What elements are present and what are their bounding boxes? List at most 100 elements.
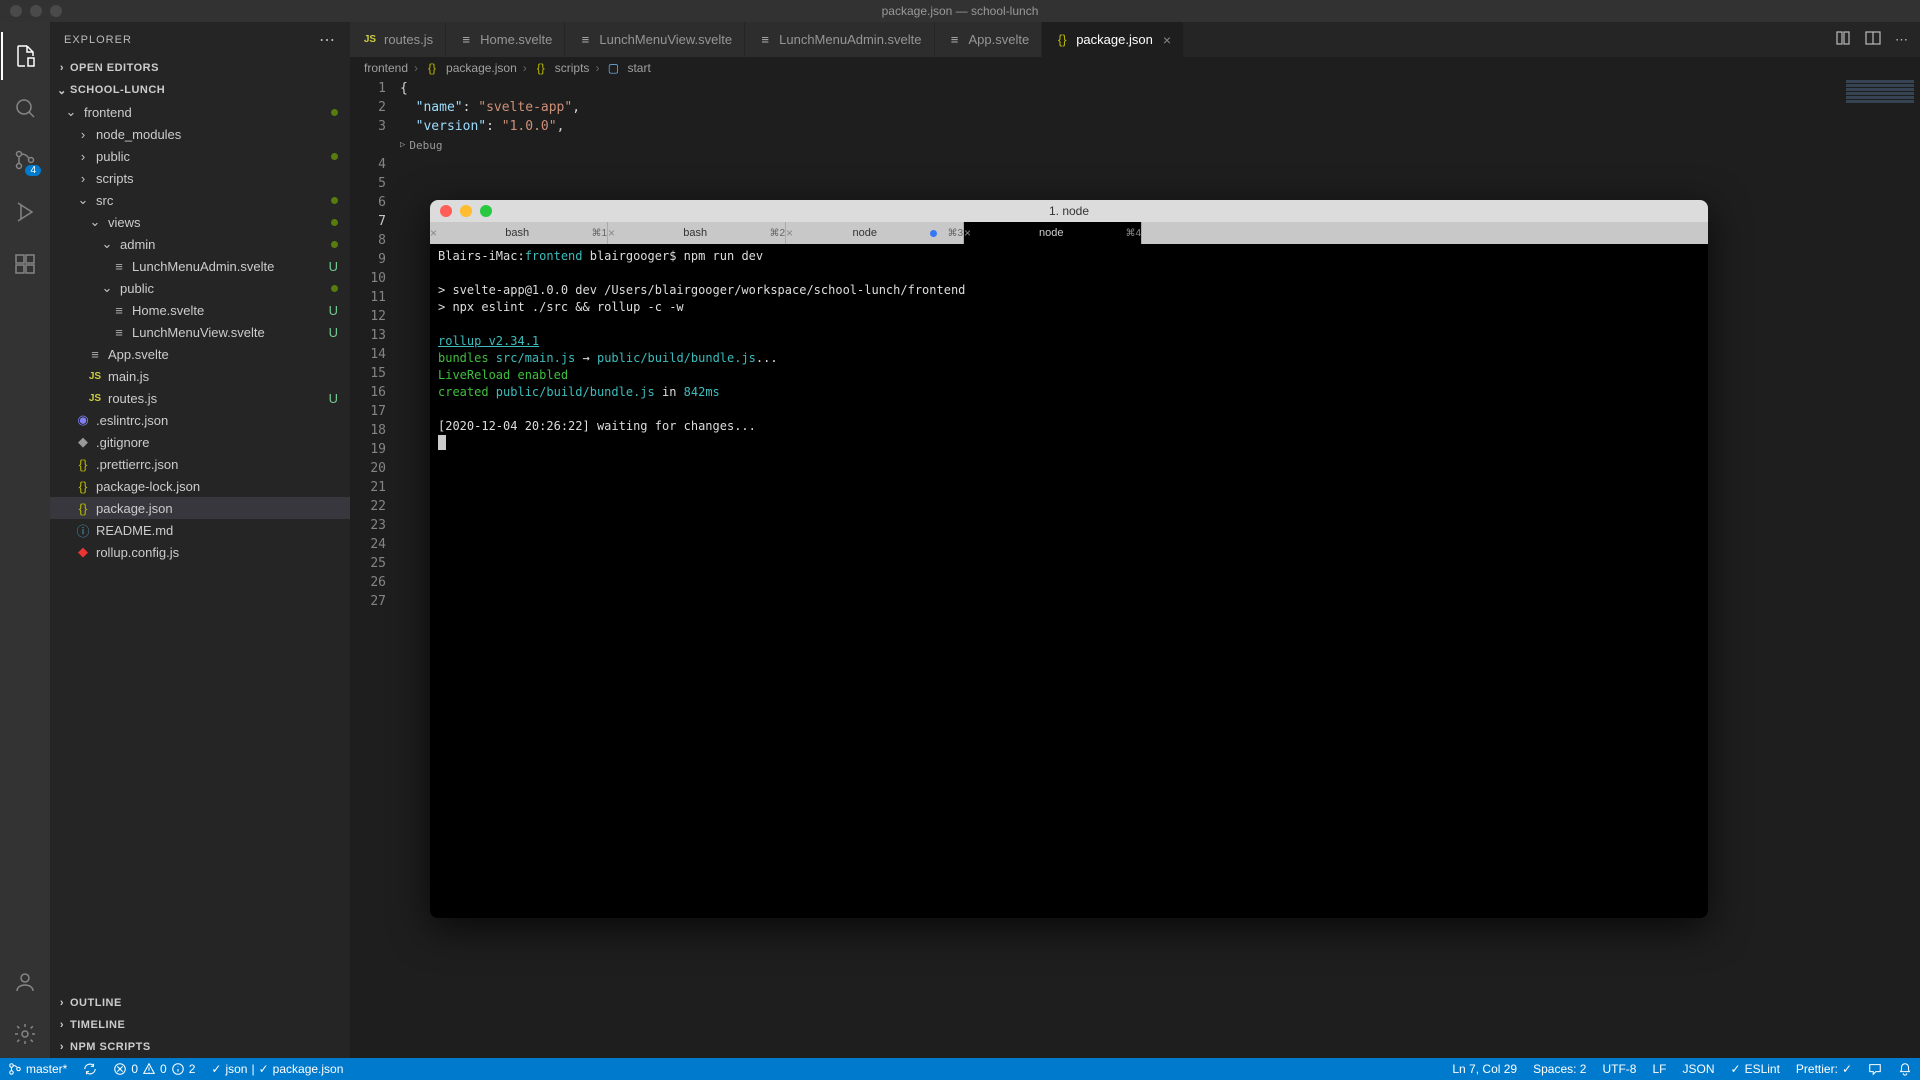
close-tab-icon[interactable]: ×	[964, 226, 971, 240]
editor-actions: ⋯	[1823, 22, 1920, 57]
editor-more-icon[interactable]: ⋯	[1895, 32, 1908, 48]
git-status-modified-icon	[331, 197, 338, 204]
compare-changes-icon[interactable]	[1835, 30, 1851, 49]
maximize-window-icon[interactable]	[50, 5, 62, 17]
status-eol[interactable]: LF	[1644, 1058, 1674, 1080]
status-prettier[interactable]: Prettier: ✓	[1788, 1058, 1860, 1080]
line-number: 1	[350, 79, 386, 98]
file-icon: {}	[74, 479, 92, 494]
minimap[interactable]	[1840, 79, 1920, 129]
minimize-icon[interactable]	[460, 205, 472, 217]
minimize-window-icon[interactable]	[30, 5, 42, 17]
terminal-tab-label: bash	[453, 227, 581, 239]
tab-lunchmenuadmin-svelte[interactable]: ≡LunchMenuAdmin.svelte	[745, 22, 934, 57]
tree-item-package-lock-json[interactable]: {}package-lock.json	[50, 475, 350, 497]
line-number: 16	[350, 383, 386, 402]
terminal-title-bar[interactable]: 1. node	[430, 200, 1708, 222]
sidebar-more-icon[interactable]: ⋯	[319, 30, 336, 50]
tree-item-admin[interactable]: ⌄admin	[50, 233, 350, 255]
status-language[interactable]: JSON	[1674, 1058, 1722, 1080]
section-workspace[interactable]: ⌄SCHOOL-LUNCH	[50, 79, 350, 101]
tab-lunchmenuview-svelte[interactable]: ≡LunchMenuView.svelte	[565, 22, 745, 57]
tree-item-rollup-config-js[interactable]: ◆rollup.config.js	[50, 541, 350, 563]
status-sync[interactable]	[75, 1058, 105, 1080]
breadcrumb-symbol[interactable]: scripts	[555, 61, 590, 75]
activity-scm[interactable]: 4	[1, 136, 49, 184]
close-window-icon[interactable]	[10, 5, 22, 17]
line-number: 24	[350, 535, 386, 554]
tree-item-views[interactable]: ⌄views	[50, 211, 350, 233]
terminal-body[interactable]: Blairs-iMac:frontend blairgooger$ npm ru…	[430, 244, 1708, 918]
activity-search[interactable]	[1, 84, 49, 132]
tab-app-svelte[interactable]: ≡App.svelte	[935, 22, 1043, 57]
terminal-tab-node[interactable]: ×node⌘3	[786, 222, 964, 244]
tree-item-package-json[interactable]: {}package.json	[50, 497, 350, 519]
tree-item-lunchmenuview-svelte[interactable]: ≡LunchMenuView.svelteU	[50, 321, 350, 343]
status-feedback[interactable]	[1860, 1058, 1890, 1080]
tree-label: README.md	[96, 523, 338, 538]
status-spaces[interactable]: Spaces: 2	[1525, 1058, 1594, 1080]
activity-extensions[interactable]	[1, 240, 49, 288]
section-outline[interactable]: ›OUTLINE	[50, 992, 350, 1014]
section-open-editors[interactable]: ›OPEN EDITORS	[50, 57, 350, 79]
close-tab-icon[interactable]: ×	[786, 226, 793, 240]
line-number: 7	[350, 212, 386, 231]
line-number: 8	[350, 231, 386, 250]
maximize-icon[interactable]	[480, 205, 492, 217]
tree-item-public[interactable]: ⌄public	[50, 277, 350, 299]
tree-item--gitignore[interactable]: ◆.gitignore	[50, 431, 350, 453]
section-timeline[interactable]: ›TIMELINE	[50, 1014, 350, 1036]
tree-item--prettierrc-json[interactable]: {}.prettierrc.json	[50, 453, 350, 475]
file-icon: ≡	[947, 32, 963, 47]
close-tab-icon[interactable]: ×	[608, 226, 615, 240]
terminal-tab-node[interactable]: ×node⌘4	[964, 222, 1142, 244]
breadcrumb-file[interactable]: package.json	[446, 61, 517, 75]
tree-item--eslintrc-json[interactable]: ◉.eslintrc.json	[50, 409, 350, 431]
tree-item-home-svelte[interactable]: ≡Home.svelteU	[50, 299, 350, 321]
section-npm-scripts[interactable]: ›NPM SCRIPTS	[50, 1036, 350, 1058]
terminal-tab-bash[interactable]: ×bash⌘2	[608, 222, 786, 244]
status-problems[interactable]: 0 0 2	[105, 1058, 203, 1080]
breadcrumbs[interactable]: frontend › {} package.json › {} scripts …	[350, 57, 1920, 79]
activity-debug[interactable]	[1, 188, 49, 236]
tree-item-frontend[interactable]: ⌄frontend	[50, 101, 350, 123]
breadcrumb-symbol[interactable]: start	[627, 61, 650, 75]
status-bell[interactable]	[1890, 1058, 1920, 1080]
status-encoding[interactable]: UTF-8	[1594, 1058, 1644, 1080]
tree-item-lunchmenuadmin-svelte[interactable]: ≡LunchMenuAdmin.svelteU	[50, 255, 350, 277]
folder-icon: ⌄	[74, 192, 92, 208]
activity-settings[interactable]	[1, 1010, 49, 1058]
tree-item-app-svelte[interactable]: ≡App.svelte	[50, 343, 350, 365]
tree-item-scripts[interactable]: ›scripts	[50, 167, 350, 189]
terminal-window[interactable]: 1. node ×bash⌘1×bash⌘2×node⌘3×node⌘4 Bla…	[430, 200, 1708, 918]
tree-item-main-js[interactable]: JSmain.js	[50, 365, 350, 387]
activity-explorer[interactable]	[1, 32, 49, 80]
terminal-tab-bash[interactable]: ×bash⌘1	[430, 222, 608, 244]
tree-item-node-modules[interactable]: ›node_modules	[50, 123, 350, 145]
split-editor-icon[interactable]	[1865, 30, 1881, 49]
status-branch[interactable]: master*	[0, 1058, 75, 1080]
tab-routes-js[interactable]: JSroutes.js	[350, 22, 446, 57]
tree-label: .eslintrc.json	[96, 413, 338, 428]
line-number: 20	[350, 459, 386, 478]
breadcrumb-folder[interactable]: frontend	[364, 61, 408, 75]
tree-item-readme-md[interactable]: ⓘREADME.md	[50, 519, 350, 541]
tab-package-json[interactable]: {}package.json×	[1042, 22, 1184, 57]
line-number: 10	[350, 269, 386, 288]
tree-item-public[interactable]: ›public	[50, 145, 350, 167]
folder-icon: ⌄	[98, 236, 116, 252]
terminal-tab-label: node	[987, 227, 1115, 239]
close-icon[interactable]	[440, 205, 452, 217]
sidebar-title: EXPLORER	[64, 34, 132, 46]
sidebar: EXPLORER ⋯ ›OPEN EDITORS ⌄SCHOOL-LUNCH ⌄…	[50, 22, 350, 1058]
status-cursor[interactable]: Ln 7, Col 29	[1444, 1058, 1525, 1080]
status-lsp[interactable]: ✓ json | ✓ package.json	[203, 1058, 351, 1080]
tab-home-svelte[interactable]: ≡Home.svelte	[446, 22, 565, 57]
close-tab-icon[interactable]: ×	[1163, 32, 1171, 48]
tree-item-src[interactable]: ⌄src	[50, 189, 350, 211]
debug-codelens[interactable]: ▷Debug	[400, 136, 1920, 155]
close-tab-icon[interactable]: ×	[430, 226, 437, 240]
status-eslint[interactable]: ✓ESLint	[1723, 1058, 1788, 1080]
activity-account[interactable]	[1, 958, 49, 1006]
tree-item-routes-js[interactable]: JSroutes.jsU	[50, 387, 350, 409]
